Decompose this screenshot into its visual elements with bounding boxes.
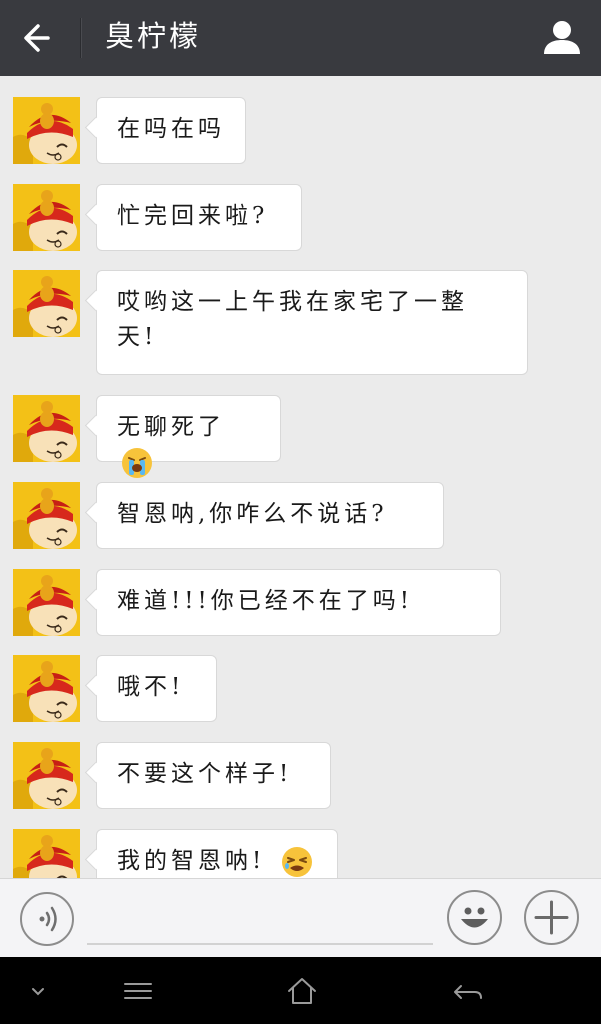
profile-button[interactable]	[538, 14, 586, 62]
avatar[interactable]	[13, 184, 80, 251]
chevron-down-icon	[32, 988, 44, 996]
chat-title: 臭柠檬	[105, 19, 202, 53]
arrow-left-icon	[24, 24, 50, 52]
back-button[interactable]	[18, 18, 62, 58]
nav-back-button[interactable]	[448, 974, 488, 1008]
message-bubble[interactable]: 不要这个样子!	[96, 742, 331, 809]
message-text: 智恩呐,你咋么不说话?	[117, 501, 388, 527]
crying-face-icon	[122, 448, 152, 478]
avatar[interactable]	[13, 97, 80, 164]
message-text: 忙完回来啦?	[117, 203, 269, 229]
message-input[interactable]	[87, 899, 433, 945]
avatar[interactable]	[13, 829, 80, 878]
menu-icon	[124, 983, 152, 999]
chat-header: 臭柠檬	[0, 0, 601, 76]
header-divider	[80, 18, 81, 58]
home-icon	[288, 978, 316, 1004]
back-icon	[454, 985, 482, 999]
input-bar	[0, 878, 601, 958]
avatar[interactable]	[13, 395, 80, 462]
voice-button[interactable]	[20, 892, 74, 946]
message-text: 难道!!!你已经不在了吗!	[117, 588, 413, 614]
message-text: 不要这个样子!	[117, 761, 293, 787]
avatar[interactable]	[13, 569, 80, 636]
message-bubble[interactable]: 我的智恩呐!	[96, 829, 338, 878]
voice-wave-icon	[39, 906, 57, 932]
message-list[interactable]: 在吗在吗 忙完回来啦? 哎哟这一上午我在家宅了一整天! 无聊死了 智恩呐,你咋么…	[0, 76, 601, 878]
avatar[interactable]	[13, 270, 80, 337]
message-text: 哦不!	[117, 674, 185, 700]
avatar[interactable]	[13, 655, 80, 722]
avatar[interactable]	[13, 742, 80, 809]
more-button[interactable]	[524, 890, 579, 945]
person-icon	[544, 21, 580, 54]
plus-icon	[534, 900, 569, 935]
menu-button[interactable]	[118, 974, 158, 1008]
message-bubble[interactable]: 在吗在吗	[96, 97, 246, 164]
hide-keyboard-button[interactable]	[18, 974, 58, 1008]
message-text: 无聊死了	[117, 414, 225, 440]
message-bubble[interactable]: 忙完回来啦?	[96, 184, 302, 251]
avatar[interactable]	[13, 482, 80, 549]
message-bubble[interactable]: 哦不!	[96, 655, 217, 722]
message-text: 哎哟这一上午我在家宅了一整天!	[117, 289, 468, 350]
message-bubble[interactable]: 哎哟这一上午我在家宅了一整天!	[96, 270, 528, 375]
system-nav-bar	[0, 957, 601, 1024]
smiley-icon	[461, 907, 488, 928]
weary-face-icon	[281, 847, 312, 877]
message-bubble[interactable]: 难道!!!你已经不在了吗!	[96, 569, 501, 636]
message-text: 我的智恩呐!	[117, 848, 266, 874]
message-bubble[interactable]: 无聊死了	[96, 395, 281, 478]
message-text: 在吗在吗	[117, 116, 225, 142]
message-bubble[interactable]: 智恩呐,你咋么不说话?	[96, 482, 444, 549]
emoji-button[interactable]	[447, 890, 502, 945]
home-button[interactable]	[282, 974, 322, 1008]
